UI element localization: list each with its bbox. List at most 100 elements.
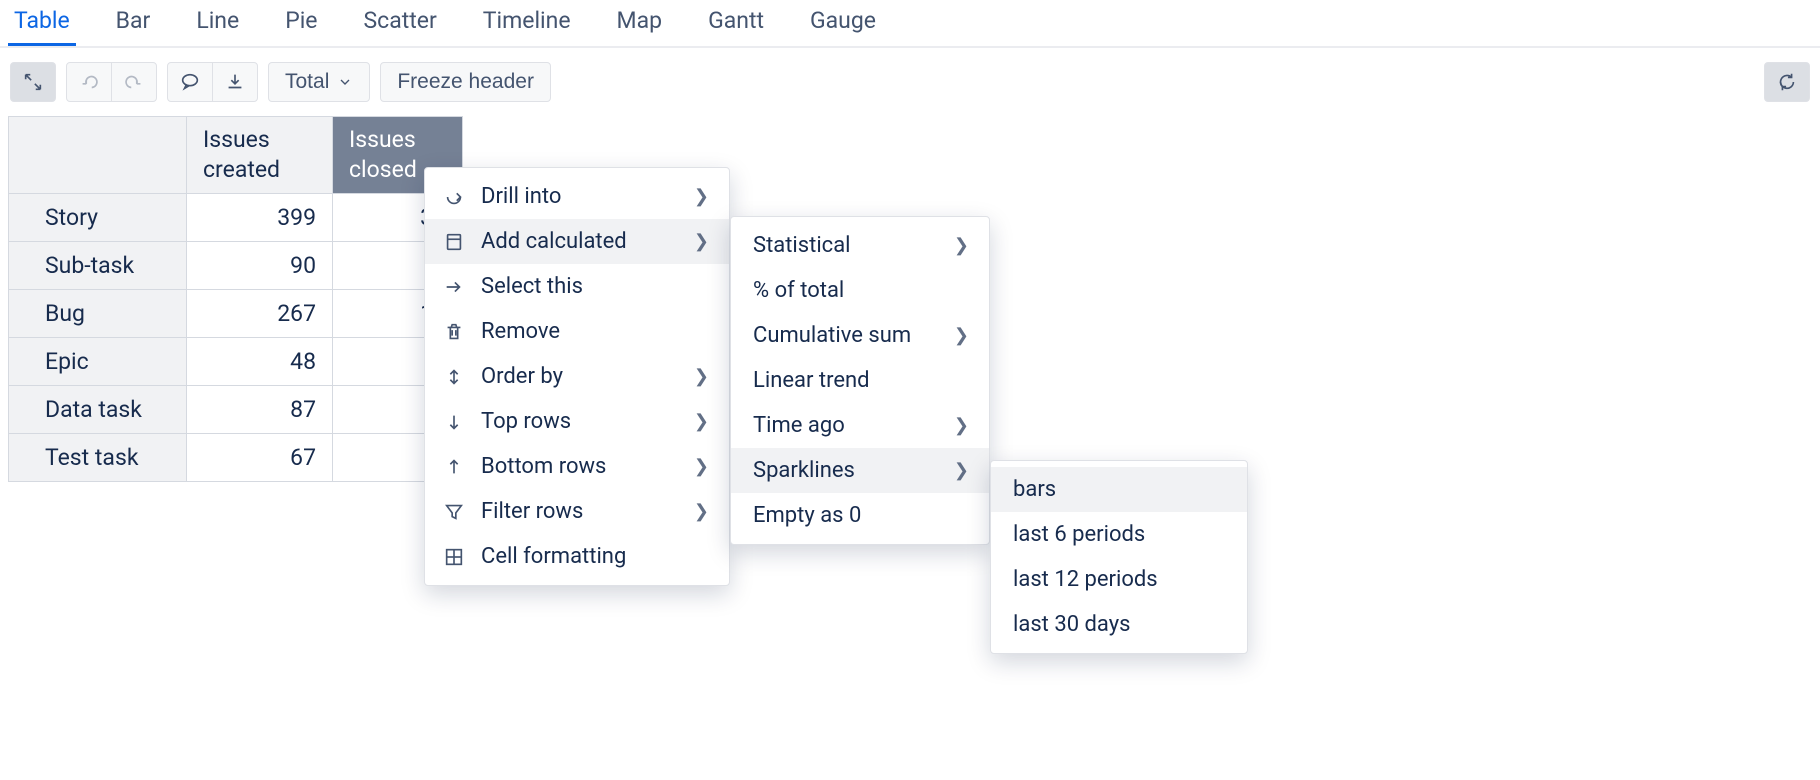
calculator-icon <box>443 231 465 253</box>
menu-item-bottom-rows[interactable]: Bottom rows ❯ <box>425 444 729 489</box>
submenu-item-linear-trend[interactable]: Linear trend <box>731 358 989 403</box>
cell[interactable]: 48 <box>187 337 333 385</box>
submenu-sparklines: bars last 6 periods last 12 periods last… <box>990 460 1248 654</box>
menu-item-drill-into[interactable]: Drill into ❯ <box>425 174 729 219</box>
menu-item-label: last 12 periods <box>1013 567 1227 592</box>
tab-map[interactable]: Map <box>611 0 669 46</box>
chevron-right-icon: ❯ <box>694 501 709 522</box>
menu-item-label: Time ago <box>753 413 938 438</box>
tab-table[interactable]: Table <box>8 0 76 46</box>
menu-item-label: last 6 periods <box>1013 522 1227 547</box>
tab-timeline[interactable]: Timeline <box>477 0 577 46</box>
cell[interactable]: 67 <box>187 433 333 481</box>
data-table: Issues created Issues closed Story 399 3… <box>8 116 463 482</box>
table-container: Issues created Issues closed Story 399 3… <box>0 116 1820 482</box>
menu-item-label: Linear trend <box>753 368 969 393</box>
submenu-item-bars[interactable]: bars <box>991 467 1247 512</box>
cell[interactable]: 90 <box>187 241 333 289</box>
table-row: Test task 67 5 <box>9 433 463 481</box>
submenu-item-sparklines[interactable]: Sparklines ❯ <box>731 448 989 493</box>
submenu-item-statistical[interactable]: Statistical ❯ <box>731 223 989 268</box>
submenu-item-last-30-days[interactable]: last 30 days <box>991 602 1247 647</box>
expand-icon <box>22 71 44 93</box>
table-row: Epic 48 3 <box>9 337 463 385</box>
refresh-button[interactable] <box>1764 62 1810 102</box>
menu-item-label: Top rows <box>481 409 678 434</box>
menu-item-remove[interactable]: Remove <box>425 309 729 354</box>
total-label: Total <box>285 70 329 94</box>
export-button[interactable] <box>212 62 258 102</box>
chevron-right-icon: ❯ <box>694 366 709 387</box>
menu-item-order-by[interactable]: Order by ❯ <box>425 354 729 399</box>
menu-item-cell-formatting[interactable]: Cell formatting <box>425 534 729 579</box>
filter-icon <box>443 501 465 523</box>
menu-item-label: Drill into <box>481 184 678 209</box>
comment-button[interactable] <box>167 62 213 102</box>
menu-item-top-rows[interactable]: Top rows ❯ <box>425 399 729 444</box>
cell[interactable]: 87 <box>187 385 333 433</box>
chevron-down-icon <box>329 74 353 90</box>
cell[interactable]: 267 <box>187 289 333 337</box>
col-header-label: Issues closed <box>349 126 417 183</box>
chevron-right-icon: ❯ <box>954 415 969 436</box>
table-row: Bug 267 19 <box>9 289 463 337</box>
menu-item-label: last 30 days <box>1013 612 1227 637</box>
menu-item-label: Filter rows <box>481 499 678 524</box>
download-icon <box>224 71 246 93</box>
menu-item-add-calculated[interactable]: Add calculated ❯ <box>425 219 729 264</box>
submenu-item-empty-as-zero[interactable]: Empty as 0 <box>731 493 989 538</box>
tab-line[interactable]: Line <box>190 0 245 46</box>
history-group <box>66 62 157 102</box>
row-header[interactable]: Sub-task <box>9 241 187 289</box>
chevron-right-icon: ❯ <box>954 235 969 256</box>
freeze-header-label: Freeze header <box>397 70 534 94</box>
submenu-item-cumulative-sum[interactable]: Cumulative sum ❯ <box>731 313 989 358</box>
row-header[interactable]: Epic <box>9 337 187 385</box>
chevron-right-icon: ❯ <box>694 186 709 207</box>
undo-icon <box>78 71 100 93</box>
menu-item-label: % of total <box>753 278 969 303</box>
submenu-item-last-6-periods[interactable]: last 6 periods <box>991 512 1247 557</box>
col-header-issues-created[interactable]: Issues created <box>187 117 333 194</box>
submenu-item-time-ago[interactable]: Time ago ❯ <box>731 403 989 448</box>
chart-type-tabs: Table Bar Line Pie Scatter Timeline Map … <box>0 0 1820 48</box>
row-header[interactable]: Story <box>9 193 187 241</box>
menu-item-label: Bottom rows <box>481 454 678 479</box>
row-header[interactable]: Test task <box>9 433 187 481</box>
fullscreen-button[interactable] <box>10 62 56 102</box>
redo-button[interactable] <box>111 62 157 102</box>
chevron-right-icon: ❯ <box>694 456 709 477</box>
menu-item-label: Add calculated <box>481 229 678 254</box>
tab-gauge[interactable]: Gauge <box>804 0 882 46</box>
menu-item-select-this[interactable]: Select this <box>425 264 729 309</box>
refresh-icon <box>1776 71 1798 93</box>
menu-item-label: Cell formatting <box>481 544 709 569</box>
row-header[interactable]: Bug <box>9 289 187 337</box>
corner-cell[interactable] <box>9 117 187 194</box>
annotate-group <box>167 62 258 102</box>
tab-gantt[interactable]: Gantt <box>702 0 770 46</box>
toolbar: Total Freeze header <box>0 48 1820 116</box>
drill-icon <box>443 186 465 208</box>
menu-item-label: Cumulative sum <box>753 323 938 348</box>
arrow-down-icon <box>443 411 465 433</box>
tab-bar[interactable]: Bar <box>110 0 157 46</box>
undo-button[interactable] <box>66 62 112 102</box>
menu-item-filter-rows[interactable]: Filter rows ❯ <box>425 489 729 534</box>
tab-scatter[interactable]: Scatter <box>358 0 443 46</box>
menu-item-label: bars <box>1013 477 1227 502</box>
col-header-label: Issues created <box>203 126 280 183</box>
row-header[interactable]: Data task <box>9 385 187 433</box>
freeze-header-button[interactable]: Freeze header <box>380 62 551 102</box>
table-row: Sub-task 90 7 <box>9 241 463 289</box>
redo-icon <box>123 71 145 93</box>
table-row: Story 399 30 <box>9 193 463 241</box>
submenu-item-percent-of-total[interactable]: % of total <box>731 268 989 313</box>
cell[interactable]: 399 <box>187 193 333 241</box>
total-dropdown[interactable]: Total <box>268 62 370 102</box>
submenu-item-last-12-periods[interactable]: last 12 periods <box>991 557 1247 602</box>
tab-pie[interactable]: Pie <box>279 0 323 46</box>
menu-item-label: Order by <box>481 364 678 389</box>
chevron-right-icon: ❯ <box>954 325 969 346</box>
grid-icon <box>443 546 465 568</box>
